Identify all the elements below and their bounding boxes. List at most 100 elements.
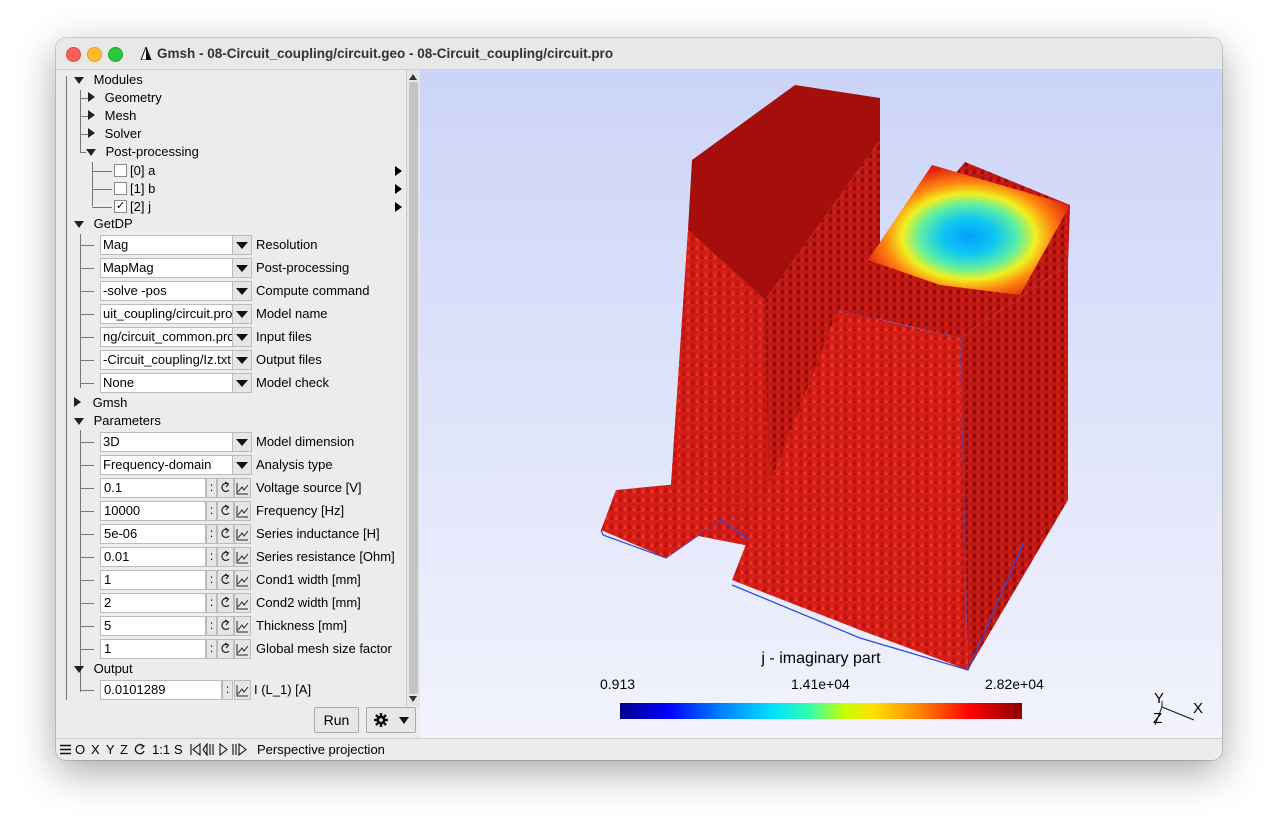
- graphics-viewport[interactable]: j - imaginary part 0.913 1.41e+04 2.82e+…: [420, 70, 1222, 738]
- thickness-slider-toggle-button[interactable]: :: [206, 616, 217, 636]
- output-graph-button[interactable]: [234, 680, 251, 700]
- post-processing-select[interactable]: MapMag: [100, 258, 251, 278]
- expand-icon[interactable]: [88, 110, 95, 120]
- view-1-menu-arrow[interactable]: [395, 184, 402, 194]
- view-y-button[interactable]: Y: [106, 739, 115, 760]
- view-origin-button[interactable]: O: [75, 739, 85, 760]
- global-mesh-size-factor-loop-button[interactable]: [217, 639, 234, 659]
- collapse-icon[interactable]: [86, 149, 96, 156]
- cond1-width-slider-toggle-button[interactable]: :: [206, 570, 217, 590]
- expand-icon[interactable]: [88, 92, 95, 102]
- post-processing-dropdown-button[interactable]: [232, 258, 252, 278]
- compute-command-dropdown-button[interactable]: [232, 281, 252, 301]
- model-check-dropdown-button[interactable]: [232, 373, 252, 393]
- cond2-width-slider-toggle-button[interactable]: :: [206, 593, 217, 613]
- select-button[interactable]: S: [174, 739, 183, 760]
- voltage-source-slider-toggle-button[interactable]: :: [206, 478, 217, 498]
- tree-line: [80, 430, 81, 678]
- input-files-dropdown-button[interactable]: [232, 327, 252, 347]
- collapse-icon[interactable]: [74, 221, 84, 228]
- minimize-window-button[interactable]: [87, 47, 102, 62]
- global-mesh-size-factor-slider-toggle-button[interactable]: :: [206, 639, 217, 659]
- voltage-source-graph-button[interactable]: [234, 478, 251, 498]
- series-inductance-loop-button[interactable]: [217, 524, 234, 544]
- tree-item-gmsh[interactable]: Gmsh: [74, 394, 127, 412]
- model-name-dropdown-button[interactable]: [232, 304, 252, 324]
- close-window-button[interactable]: [66, 47, 81, 62]
- graph-icon: [236, 598, 249, 610]
- run-button[interactable]: Run: [314, 707, 359, 733]
- series-inductance-graph-button[interactable]: [234, 524, 251, 544]
- tree-item-geometry[interactable]: Geometry: [88, 89, 162, 107]
- expand-icon[interactable]: [74, 397, 81, 407]
- frequency-loop-button[interactable]: [217, 501, 234, 521]
- global-mesh-size-factor-input[interactable]: 1: [100, 639, 206, 659]
- tree-item-output[interactable]: Output: [74, 660, 133, 678]
- view-2-menu-arrow[interactable]: [395, 202, 402, 212]
- resolution-dropdown-button[interactable]: [232, 235, 252, 255]
- tree-label: Post-processing: [105, 144, 199, 159]
- input-files-input[interactable]: ng/circuit_common.pro: [100, 327, 251, 347]
- series-resistance-input[interactable]: 0.01: [100, 547, 206, 567]
- model-dimension-select[interactable]: 3D: [100, 432, 251, 452]
- series-resistance-loop-button[interactable]: [217, 547, 234, 567]
- series-resistance-graph-button[interactable]: [234, 547, 251, 567]
- collapse-icon[interactable]: [74, 418, 84, 425]
- cond1-width-loop-button[interactable]: [217, 570, 234, 590]
- analysis-type-select[interactable]: Frequency-domain: [100, 455, 251, 475]
- cond2-width-input[interactable]: 2: [100, 593, 206, 613]
- view-2-checkbox[interactable]: ✓: [114, 200, 127, 213]
- thickness-input[interactable]: 5: [100, 616, 206, 636]
- expand-icon[interactable]: [88, 128, 95, 138]
- cond2-width-graph-button[interactable]: [234, 593, 251, 613]
- tree-scrollbar[interactable]: [406, 70, 420, 706]
- model-name-input[interactable]: uit_coupling/circuit.pro: [100, 304, 251, 324]
- voltage-source-loop-button[interactable]: [217, 478, 234, 498]
- output-files-input[interactable]: -Circuit_coupling/Iz.txt: [100, 350, 251, 370]
- animation-controls-icon[interactable]: [190, 743, 254, 756]
- hamburger-menu-icon[interactable]: [60, 744, 71, 755]
- view-0-checkbox[interactable]: [114, 164, 127, 177]
- tree-item-mesh[interactable]: Mesh: [88, 107, 136, 125]
- series-inductance-input[interactable]: 5e-06: [100, 524, 206, 544]
- options-menu-button[interactable]: [366, 707, 416, 733]
- scale-one-to-one-button[interactable]: 1:1: [152, 739, 170, 760]
- thickness-loop-button[interactable]: [217, 616, 234, 636]
- cond1-width-graph-button[interactable]: [234, 570, 251, 590]
- global-mesh-size-factor-graph-button[interactable]: [234, 639, 251, 659]
- cond1-width-input[interactable]: 1: [100, 570, 206, 590]
- tree-label: Modules: [93, 72, 143, 87]
- voltage-source-input[interactable]: 0.1: [100, 478, 206, 498]
- tree-item-post-processing[interactable]: Post-processing: [86, 143, 199, 161]
- loop-icon: [221, 642, 230, 654]
- tree-item-modules[interactable]: Modules: [74, 71, 143, 89]
- series-inductance-slider-toggle-button[interactable]: :: [206, 524, 217, 544]
- view-z-button[interactable]: Z: [120, 739, 128, 760]
- thickness-graph-button[interactable]: [234, 616, 251, 636]
- view-1-checkbox[interactable]: [114, 182, 127, 195]
- frequency-slider-toggle-button[interactable]: :: [206, 501, 217, 521]
- analysis-type-dropdown-button[interactable]: [232, 455, 252, 475]
- frequency-graph-button[interactable]: [234, 501, 251, 521]
- maximize-window-button[interactable]: [108, 47, 123, 62]
- model-dimension-dropdown-button[interactable]: [232, 432, 252, 452]
- output-files-dropdown-button[interactable]: [232, 350, 252, 370]
- compute-command-input[interactable]: -solve -pos: [100, 281, 251, 301]
- collapse-icon[interactable]: [74, 666, 84, 673]
- series-resistance-slider-toggle-button[interactable]: :: [206, 547, 217, 567]
- rotate-icon[interactable]: [134, 743, 146, 756]
- model-check-select[interactable]: None: [100, 373, 251, 393]
- frequency-input[interactable]: 10000: [100, 501, 206, 521]
- cond2-width-loop-button[interactable]: [217, 593, 234, 613]
- scroll-down-arrow-icon[interactable]: [409, 696, 417, 702]
- collapse-icon[interactable]: [74, 77, 84, 84]
- output-colon-button[interactable]: :: [222, 680, 233, 700]
- view-0-menu-arrow[interactable]: [395, 166, 402, 176]
- tree-item-parameters[interactable]: Parameters: [74, 412, 161, 430]
- view-x-button[interactable]: X: [91, 739, 100, 760]
- scrollbar-thumb[interactable]: [409, 82, 418, 694]
- tree-item-solver[interactable]: Solver: [88, 125, 141, 143]
- resolution-select[interactable]: Mag: [100, 235, 251, 255]
- scroll-up-arrow-icon[interactable]: [409, 74, 417, 80]
- tree-item-getdp[interactable]: GetDP: [74, 215, 133, 233]
